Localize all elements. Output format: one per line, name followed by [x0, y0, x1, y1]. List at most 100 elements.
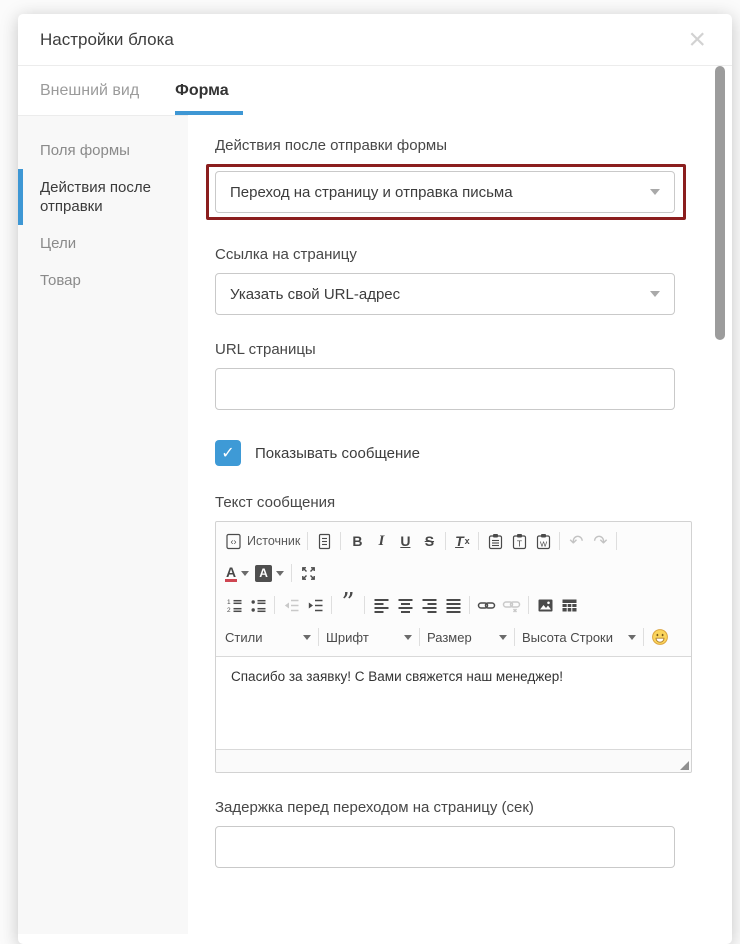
- editor-content-area[interactable]: Спасибо за заявку! С Вами свяжется наш м…: [216, 657, 691, 749]
- align-left-icon: [373, 597, 390, 614]
- message-text-group: Текст сообщения ‹› Источник: [215, 494, 708, 773]
- blockquote-button[interactable]: ”: [336, 593, 360, 617]
- paste-button[interactable]: [483, 529, 507, 553]
- size-combo-label: Размер: [427, 630, 472, 645]
- scrollbar-thumb[interactable]: [715, 66, 725, 340]
- delay-input-label: Задержка перед переходом на страницу (се…: [215, 799, 708, 816]
- sidebar-item-after-submit-actions[interactable]: Действия после отправки: [18, 169, 188, 225]
- toolbar-separator: [469, 596, 470, 614]
- message-text-label: Текст сообщения: [215, 494, 708, 511]
- strikethrough-button[interactable]: S: [417, 529, 441, 553]
- toolbar-separator: [514, 628, 515, 646]
- modal-title: Настройки блока: [40, 30, 174, 50]
- tab-form[interactable]: Форма: [175, 66, 229, 115]
- toolbar-separator: [291, 564, 292, 582]
- delay-input[interactable]: [230, 839, 660, 856]
- align-center-button[interactable]: [393, 593, 417, 617]
- after-submit-action-value: Переход на страницу и отправка письма: [230, 184, 513, 201]
- decrease-indent-button[interactable]: [279, 593, 303, 617]
- italic-button[interactable]: I: [369, 529, 393, 553]
- page-url-input[interactable]: [230, 381, 660, 398]
- undo-button[interactable]: ↶: [564, 529, 588, 553]
- insert-table-button[interactable]: [557, 593, 581, 617]
- toolbar-separator: [419, 628, 420, 646]
- align-center-icon: [397, 597, 414, 614]
- bulleted-list-button[interactable]: [246, 593, 270, 617]
- paste-from-word-button[interactable]: W: [531, 529, 555, 553]
- page-link-select[interactable]: Указать свой URL-адрес: [215, 273, 675, 315]
- after-submit-action-select[interactable]: Переход на страницу и отправка письма: [215, 171, 675, 213]
- insert-image-button[interactable]: [533, 593, 557, 617]
- sidebar-item-form-fields[interactable]: Поля формы: [18, 132, 188, 169]
- toolbar-separator: [307, 532, 308, 550]
- sidebar-item-goals[interactable]: Цели: [18, 225, 188, 262]
- close-icon[interactable]: ×: [682, 27, 712, 53]
- bold-icon: B: [352, 533, 362, 549]
- redo-button[interactable]: ↷: [588, 529, 612, 553]
- text-color-button[interactable]: A: [222, 561, 252, 585]
- smiley-button[interactable]: [648, 625, 672, 649]
- justify-button[interactable]: [441, 593, 465, 617]
- chevron-down-icon: [303, 635, 311, 640]
- image-icon: [537, 597, 554, 614]
- chevron-down-icon: [276, 571, 284, 576]
- strikethrough-icon: S: [425, 533, 434, 549]
- editor-toolbar: ‹› Источник: [216, 522, 691, 657]
- toolbar-separator: [364, 596, 365, 614]
- styles-combo-label: Стили: [225, 630, 262, 645]
- remove-format-icon: T: [455, 533, 464, 549]
- maximize-button[interactable]: [296, 561, 320, 585]
- active-tab-indicator: [175, 111, 243, 115]
- editor-status-bar: [216, 749, 691, 772]
- tab-form-label: Форма: [175, 82, 229, 100]
- svg-text:T: T: [517, 538, 522, 548]
- numbered-list-button[interactable]: 12: [222, 593, 246, 617]
- toolbar-separator: [340, 532, 341, 550]
- toolbar-separator: [445, 532, 446, 550]
- modal-header: Настройки блока ×: [18, 14, 732, 66]
- increase-indent-button[interactable]: [303, 593, 327, 617]
- line-height-combo-label: Высота Строки: [522, 630, 613, 645]
- templates-button[interactable]: [312, 529, 336, 553]
- paste-plain-text-button[interactable]: T: [507, 529, 531, 553]
- font-combo-label: Шрифт: [326, 630, 369, 645]
- background-color-button[interactable]: A: [252, 561, 287, 585]
- text-color-icon: A: [225, 565, 237, 582]
- unlink-button[interactable]: [499, 593, 524, 617]
- decrease-indent-icon: [283, 597, 300, 614]
- sidebar-item-product[interactable]: Товар: [18, 262, 188, 299]
- show-message-checkbox[interactable]: ✓: [215, 440, 241, 466]
- page-url-field-group: URL страницы: [215, 341, 708, 410]
- toolbar-separator: [559, 532, 560, 550]
- toolbar-row-1: ‹› Источник: [222, 525, 685, 557]
- align-right-icon: [421, 597, 438, 614]
- redo-icon: ↷: [593, 533, 607, 550]
- remove-format-button[interactable]: Tx: [450, 529, 474, 553]
- chevron-down-icon: [650, 291, 660, 297]
- align-left-button[interactable]: [369, 593, 393, 617]
- italic-icon: I: [378, 533, 384, 550]
- underline-button[interactable]: U: [393, 529, 417, 553]
- rich-text-editor: ‹› Источник: [215, 521, 692, 773]
- paste-from-word-icon: W: [535, 533, 552, 550]
- unlink-icon: [502, 597, 521, 614]
- align-right-button[interactable]: [417, 593, 441, 617]
- size-combo[interactable]: Размер: [424, 625, 510, 649]
- styles-combo[interactable]: Стили: [222, 625, 314, 649]
- toolbar-row-3: 12: [222, 589, 685, 621]
- undo-icon: ↶: [569, 533, 583, 550]
- line-height-combo[interactable]: Высота Строки: [519, 625, 639, 649]
- chevron-down-icon: [628, 635, 636, 640]
- chevron-down-icon: [241, 571, 249, 576]
- check-icon: ✓: [221, 443, 234, 463]
- toolbar-separator: [643, 628, 644, 646]
- bold-button[interactable]: B: [345, 529, 369, 553]
- source-button[interactable]: ‹› Источник: [222, 529, 303, 553]
- insert-link-button[interactable]: [474, 593, 499, 617]
- font-combo[interactable]: Шрифт: [323, 625, 415, 649]
- tab-appearance[interactable]: Внешний вид: [40, 66, 139, 115]
- smiley-icon: [651, 628, 669, 646]
- toolbar-separator: [616, 532, 617, 550]
- svg-text:‹›: ‹›: [231, 536, 237, 546]
- resize-handle[interactable]: [680, 761, 689, 770]
